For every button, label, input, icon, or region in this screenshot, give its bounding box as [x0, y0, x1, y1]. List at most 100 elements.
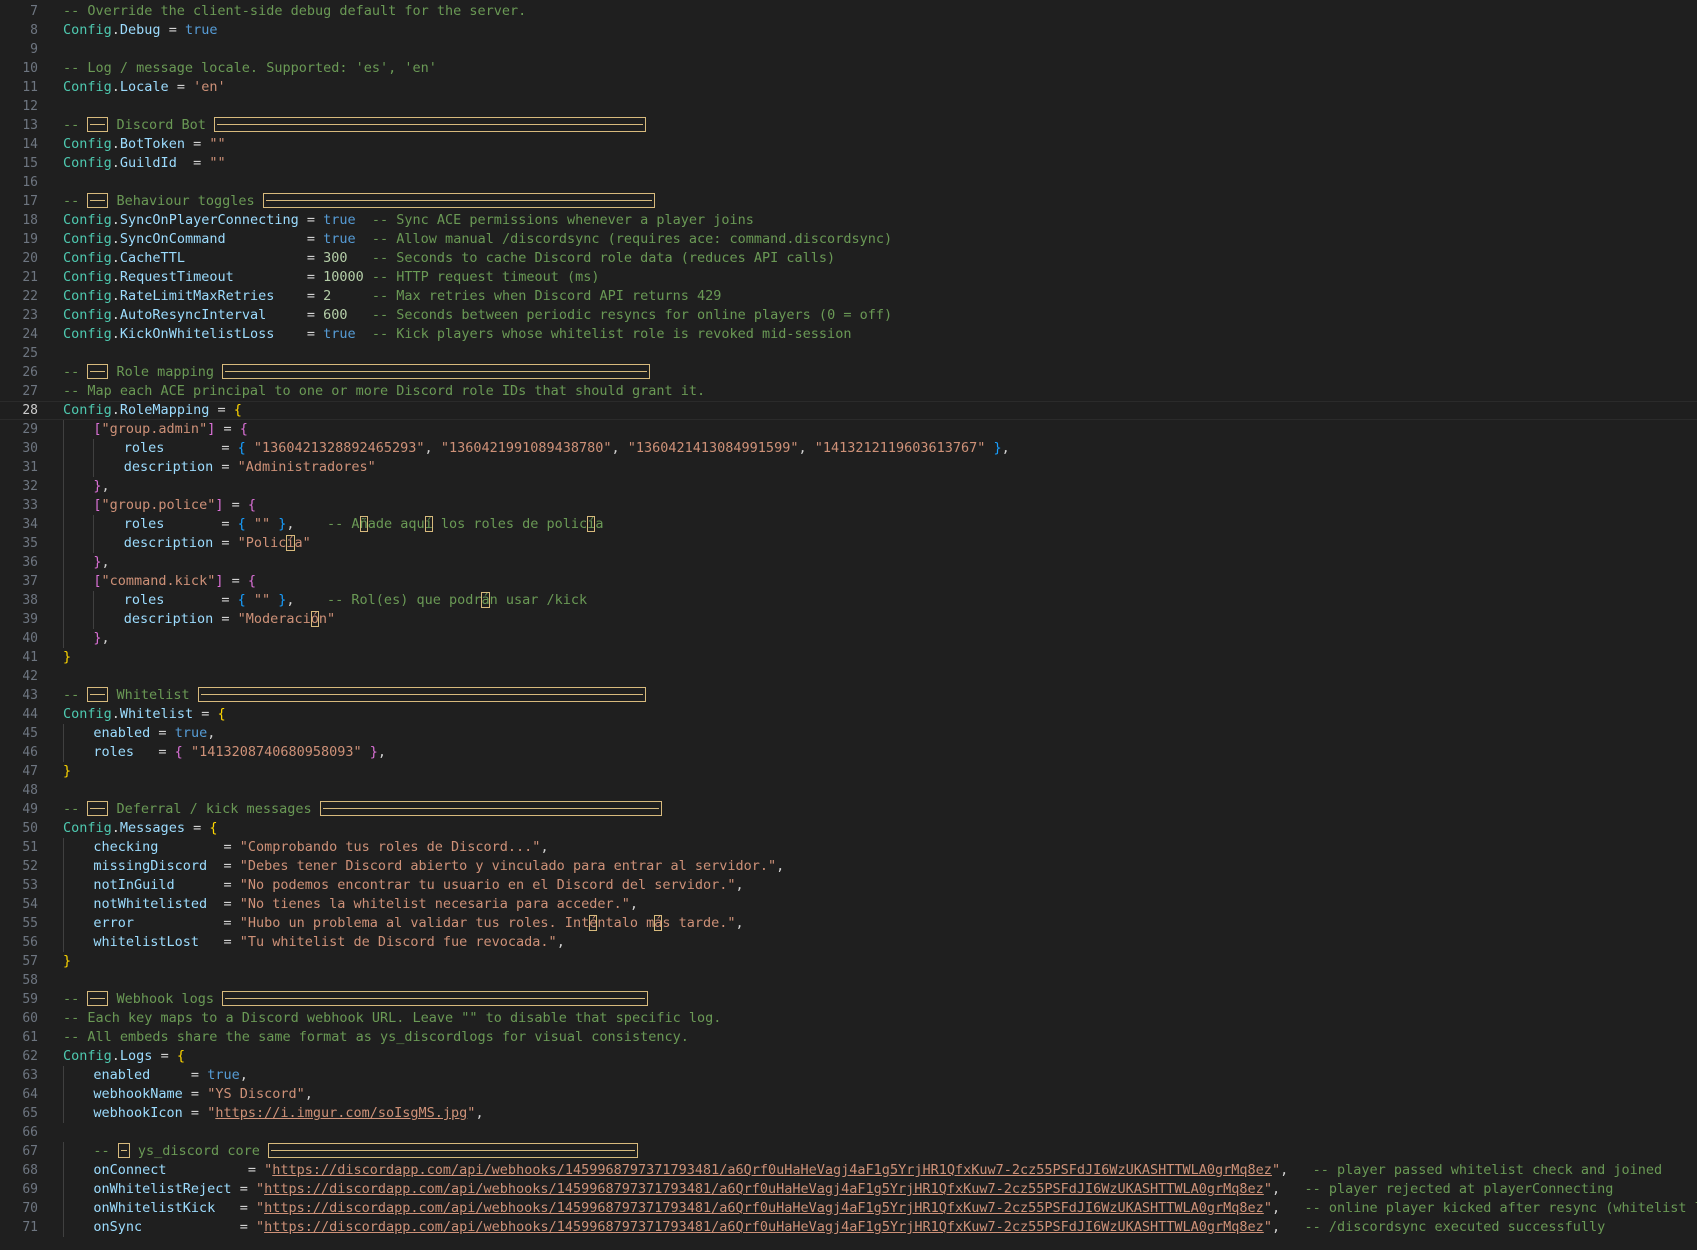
line-number: 44	[22, 707, 38, 722]
code-line[interactable]: 68 onConnect = "https://discordapp.com/ap…	[0, 1161, 1697, 1180]
code-line[interactable]: 49 -- Deferral / kick messages	[0, 800, 1697, 819]
code-line[interactable]: 71 onSync = "https://discordapp.com/api/w…	[0, 1218, 1697, 1237]
code-line[interactable]: 53 notInGuild = "No podemos encontrar tu …	[0, 876, 1697, 895]
token-str: "Comprobando tus roles de Discord..."	[239, 839, 541, 855]
code-editor[interactable]: 67 -- Override the client-side debug defa…	[0, 0, 1697, 1250]
code-line[interactable]: 40},	[0, 629, 1697, 648]
code-line[interactable]: 59 -- Webhook logs	[0, 990, 1697, 1009]
code-line[interactable]: 51 checking = "Comprobando tus roles de D…	[0, 838, 1697, 857]
code-line[interactable]: 37 ["command.kick"] = {	[0, 572, 1697, 591]
code-line[interactable]: 62 Config.Logs = {	[0, 1047, 1697, 1066]
code-line[interactable]: 7 -- Override the client-side debug defau…	[0, 2, 1697, 21]
line-number: 49	[22, 802, 38, 817]
code-line[interactable]: 65 webhookIcon = "https://i.imgur.com/soI…	[0, 1104, 1697, 1123]
line-number: 51	[22, 840, 38, 855]
code-line[interactable]: 61 -- All embeds share the same format as…	[0, 1028, 1697, 1047]
code-line[interactable]: 17 -- Behaviour toggles	[0, 192, 1697, 211]
unicode-rule-highlight	[319, 800, 662, 816]
line-number: 69	[22, 1182, 38, 1197]
code-line[interactable]: 34 roles = { "" }, -- Añade aquí los role…	[0, 515, 1697, 534]
code-line[interactable]: 57}	[0, 952, 1697, 971]
code-line[interactable]: 25	[0, 344, 1697, 363]
code-line[interactable]: 28 Config.RoleMapping = {	[0, 401, 1697, 420]
code-line[interactable]: 69 onWhitelistReject = "https://discordap…	[0, 1180, 1697, 1199]
code-line[interactable]: 22 Config.RateLimitMaxRetries = 2 -- Max …	[0, 287, 1697, 306]
line-code: ["group.police"] = {	[93, 496, 256, 515]
code-line[interactable]: 36},	[0, 553, 1697, 572]
code-line[interactable]: 50 Config.Messages = {	[0, 819, 1697, 838]
code-line[interactable]: 14 Config.BotToken = ""	[0, 135, 1697, 154]
indent-guide	[63, 857, 64, 876]
token-var: roles	[93, 744, 135, 760]
token-b1: {	[209, 820, 218, 836]
code-line[interactable]: 13 -- Discord Bot	[0, 116, 1697, 135]
code-line[interactable]: 16	[0, 173, 1697, 192]
code-line[interactable]: 44 Config.Whitelist = {	[0, 705, 1697, 724]
code-line[interactable]: 12	[0, 97, 1697, 116]
line-code: Config.GuildId = ""	[63, 154, 226, 173]
line-code: checking = "Comprobando tus roles de Dis…	[93, 838, 548, 857]
token-var: description	[123, 535, 214, 551]
code-line[interactable]: 10 -- Log / message locale. Supported: 'e…	[0, 59, 1697, 78]
token-cfg: Config	[63, 307, 112, 323]
line-number: 36	[22, 555, 38, 570]
code-line[interactable]: 70 onWhitelistKick = "https://discordapp.…	[0, 1199, 1697, 1218]
token-op: ,	[735, 877, 744, 893]
code-line[interactable]: 15 Config.GuildId = ""	[0, 154, 1697, 173]
token-op: =	[164, 592, 238, 608]
code-line[interactable]: 43 -- Whitelist	[0, 686, 1697, 705]
code-line[interactable]: 56 whitelistLost = "Tu whitelist de Disco…	[0, 933, 1697, 952]
code-line[interactable]: 55 error = "Hubo un problema al validar t…	[0, 914, 1697, 933]
token-op: .	[111, 706, 120, 722]
indent-guide	[63, 629, 64, 648]
code-line[interactable]: 60 -- Each key maps to a Discord webhook …	[0, 1009, 1697, 1028]
code-line[interactable]: 18 Config.SyncOnPlayerConnecting = true -…	[0, 211, 1697, 230]
code-line[interactable]: 23 Config.AutoResyncInterval = 600 -- Sec…	[0, 306, 1697, 325]
code-line[interactable]: 21 Config.RequestTimeout = 10000 -- HTTP …	[0, 268, 1697, 287]
code-line[interactable]: 47}	[0, 762, 1697, 781]
line-code: Config.Debug = true	[63, 21, 217, 40]
code-line[interactable]: 38 roles = { "" }, -- Rol(es) que podrán …	[0, 591, 1697, 610]
code-line[interactable]: 35 description = "Policía"	[0, 534, 1697, 553]
code-line[interactable]: 64 webhookName = "YS Discord",	[0, 1085, 1697, 1104]
code-line[interactable]: 9	[0, 40, 1697, 59]
code-line[interactable]: 32},	[0, 477, 1697, 496]
code-line[interactable]: 63 enabled = true,	[0, 1066, 1697, 1085]
code-line[interactable]: 19 Config.SyncOnCommand = true -- Allow m…	[0, 230, 1697, 249]
token-op: ,	[1271, 1219, 1281, 1235]
code-line[interactable]: 33 ["group.police"] = {	[0, 496, 1697, 515]
code-line[interactable]: 54 notWhitelisted = "No tienes la whiteli…	[0, 895, 1697, 914]
code-line[interactable]: 11 Config.Locale = 'en'	[0, 78, 1697, 97]
code-line[interactable]: 66	[0, 1123, 1697, 1142]
token-op: =	[176, 155, 210, 171]
code-line[interactable]: 24 Config.KickOnWhitelistLoss = true -- K…	[0, 325, 1697, 344]
code-line[interactable]: 39 description = "Moderación"	[0, 610, 1697, 629]
code-line[interactable]: 26 -- Role mapping	[0, 363, 1697, 382]
token-var: AutoResyncInterval	[119, 307, 267, 323]
code-line[interactable]: 52 missingDiscord = "Debes tener Discord …	[0, 857, 1697, 876]
code-line[interactable]: 8 Config.Debug = true	[0, 21, 1697, 40]
code-line[interactable]: 20 Config.CacheTTL = 300 -- Seconds to ca…	[0, 249, 1697, 268]
code-line[interactable]: 30 roles = { "1360421328892465293", "1360…	[0, 439, 1697, 458]
token-b1: }	[63, 763, 72, 779]
code-line[interactable]: 67 -- ys_discord core	[0, 1142, 1697, 1161]
token-var: RoleMapping	[119, 402, 210, 418]
token-com: Webhook logs	[108, 991, 223, 1007]
indent-guide	[63, 477, 64, 496]
code-line[interactable]: 29 ["group.admin"] = {	[0, 420, 1697, 439]
token-com: -- Seconds to cache Discord role data (r…	[347, 250, 836, 266]
line-number: 35	[22, 536, 38, 551]
indent-guide	[63, 1104, 64, 1123]
token-str: "	[255, 1219, 265, 1235]
indent-guide	[63, 458, 64, 477]
code-line[interactable]: 31 description = "Administradores"	[0, 458, 1697, 477]
code-line[interactable]: 45 enabled = true,	[0, 724, 1697, 743]
code-line[interactable]: 42	[0, 667, 1697, 686]
code-line[interactable]: 48	[0, 781, 1697, 800]
token-op: =	[134, 915, 240, 931]
code-line[interactable]: 46 roles = { "1413208740680958093" },	[0, 743, 1697, 762]
line-number: 52	[22, 859, 38, 874]
code-line[interactable]: 41}	[0, 648, 1697, 667]
code-line[interactable]: 27 -- Map each ACE principal to one or mo…	[0, 382, 1697, 401]
code-line[interactable]: 58	[0, 971, 1697, 990]
